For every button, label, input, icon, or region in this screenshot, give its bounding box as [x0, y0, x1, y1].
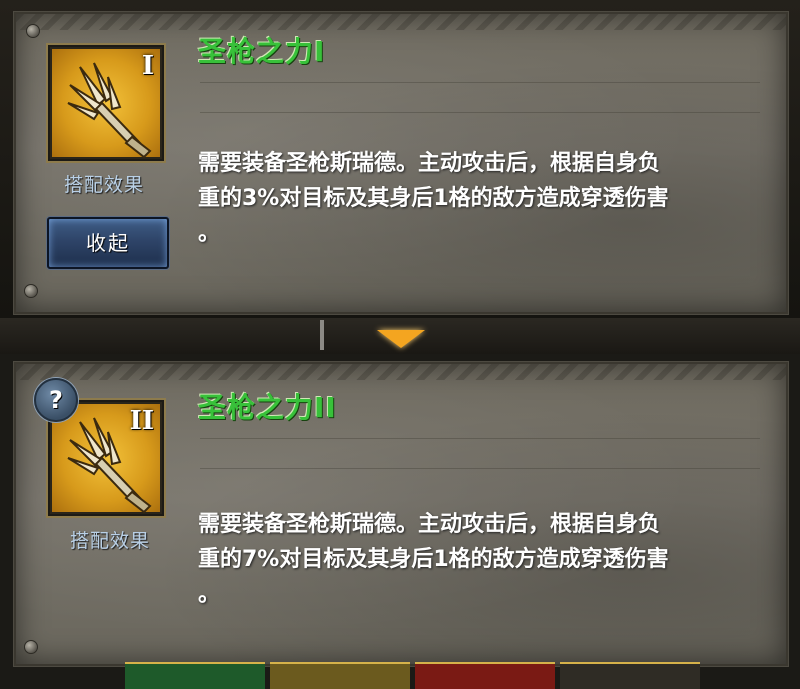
triangle-down-icon[interactable]	[377, 330, 425, 348]
divider-line	[200, 112, 760, 113]
equipment-slot[interactable]	[125, 662, 265, 689]
skill-title-2: 圣枪之力II	[198, 391, 337, 424]
description-line: 。	[198, 582, 221, 607]
divider-line	[200, 82, 760, 83]
description-line: 。	[198, 221, 221, 246]
description-line: 重的3%对目标及其身后1格的敌方造成穿透伤害	[198, 186, 669, 211]
skill-rank: II	[129, 406, 154, 436]
rivet	[26, 24, 40, 38]
equipment-slot[interactable]	[560, 662, 700, 689]
divider-line	[200, 468, 760, 469]
rivet	[24, 640, 38, 654]
description-line: 重的7%对目标及其身后1格的敌方造成穿透伤害	[198, 547, 669, 572]
description-line: 需要装备圣枪斯瑞德。主动攻击后，根据自身负	[198, 151, 661, 176]
equipment-slot[interactable]	[415, 662, 555, 689]
skill-icon-1[interactable]: I	[48, 45, 164, 161]
description-line: 需要装备圣枪斯瑞德。主动攻击后，根据自身负	[198, 512, 661, 537]
effect-label-1: 搭配效果	[63, 174, 144, 196]
connector-stem	[320, 320, 324, 350]
rivet	[24, 284, 38, 298]
question-mark-icon[interactable]: ?	[34, 378, 78, 422]
skill-description-1: 需要装备圣枪斯瑞德。主动攻击后，根据自身负 重的3%对目标及其身后1格的敌方造成…	[198, 146, 748, 251]
equipment-slot[interactable]	[270, 662, 410, 689]
divider-line	[200, 438, 760, 439]
skill-rank: I	[141, 51, 154, 81]
collapse-button[interactable]: 收起	[47, 217, 169, 269]
skill-description-2: 需要装备圣枪斯瑞德。主动攻击后，根据自身负 重的7%对目标及其身后1格的敌方造成…	[198, 507, 748, 612]
effect-label-2: 搭配效果	[69, 530, 150, 552]
skill-title-1: 圣枪之力I	[198, 35, 326, 68]
